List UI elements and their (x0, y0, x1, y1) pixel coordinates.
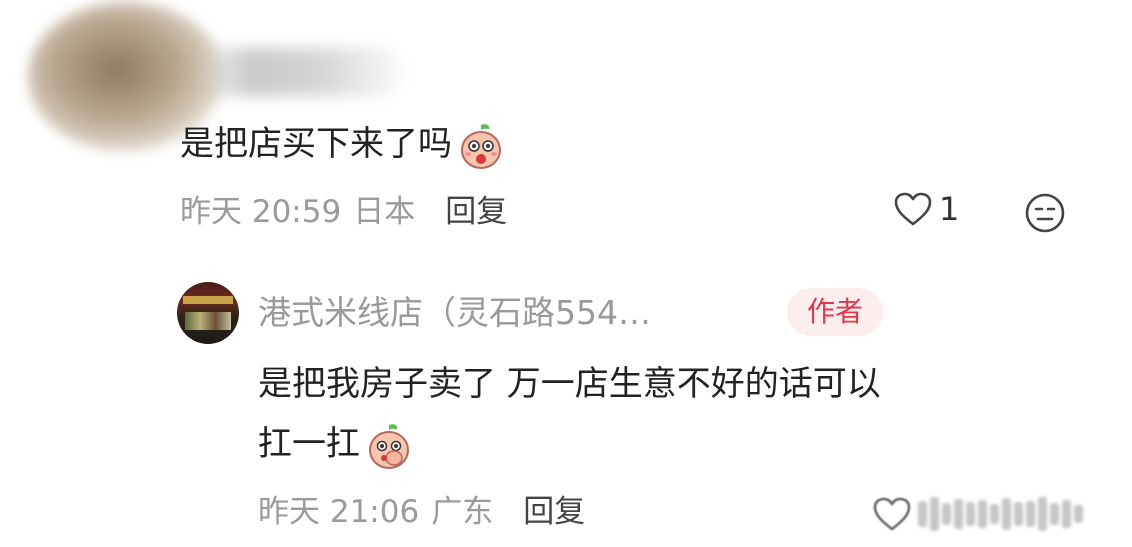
watermark-blurred (872, 490, 1117, 538)
unimpressed-face-icon (1025, 193, 1065, 233)
comment-time: 昨天 20:59 (180, 194, 342, 230)
author-name[interactable]: 港式米线店（灵石路554… (258, 290, 651, 336)
comment-location: 日本 (353, 194, 416, 230)
peach-surprised-emoji (461, 123, 501, 169)
comment-meta: 昨天 20:59 日本 回复 (180, 190, 507, 234)
reply-text-line-1: 是把我房子卖了 万一店生意不好的话可以 (258, 364, 881, 404)
reply-reply-button[interactable]: 回复 (523, 490, 585, 534)
reply-time: 昨天 21:06 (258, 494, 420, 530)
comment-dislike-button[interactable] (1024, 192, 1066, 238)
commenter-name-redacted[interactable] (200, 48, 410, 96)
heart-icon (873, 497, 911, 531)
author-badge: 作者 (787, 288, 884, 336)
comment-reply-button[interactable]: 回复 (445, 190, 507, 234)
reply-meta: 昨天 21:06 广东 回复 (258, 490, 585, 534)
like-count: 1 (939, 190, 960, 228)
author-avatar[interactable] (177, 282, 239, 344)
peach-shy-emoji (369, 423, 409, 469)
comment-text: 是把店买下来了吗 (180, 118, 506, 171)
heart-icon (894, 192, 932, 226)
reply-location: 广东 (431, 494, 494, 530)
comment-like-button[interactable]: 1 (893, 190, 959, 228)
reply-text-line-2: 扛一扛 (258, 418, 414, 471)
